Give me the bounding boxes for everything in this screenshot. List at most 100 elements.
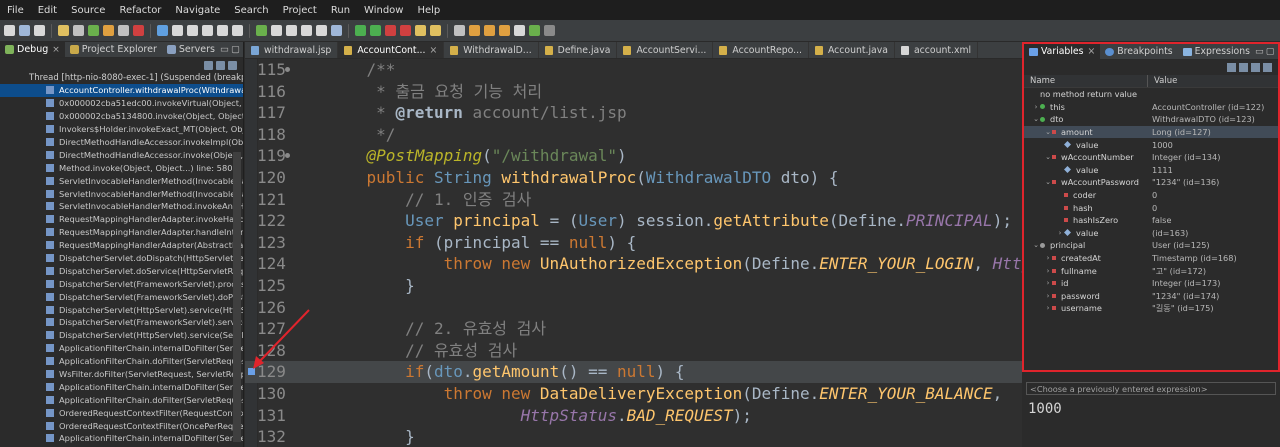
- menu-item-refactor[interactable]: Refactor: [112, 5, 168, 16]
- expand-toggle-icon[interactable]: ›: [1056, 229, 1064, 237]
- toolbar-button-icon[interactable]: [73, 25, 84, 36]
- view-menu-icon[interactable]: [228, 60, 237, 70]
- detail-pane[interactable]: 1000: [1026, 398, 1276, 447]
- toolbar-button-icon[interactable]: [316, 25, 327, 36]
- menu-item-edit[interactable]: Edit: [31, 5, 64, 16]
- toolbar-button-icon[interactable]: [271, 25, 282, 36]
- stack-frame[interactable]: ApplicationFilterChain.internalDoFilter(…: [0, 342, 243, 355]
- toolbar-button-icon[interactable]: [484, 25, 495, 36]
- show-type-names-icon[interactable]: [1227, 63, 1236, 72]
- toolbar-button-icon[interactable]: [103, 25, 114, 36]
- toolbar-button-icon[interactable]: [19, 25, 30, 36]
- toolbar-button-icon[interactable]: [454, 25, 465, 36]
- stack-frame[interactable]: ServletInvocableHandlerMethod(InvocableH…: [0, 174, 243, 187]
- variable-row[interactable]: value 1111: [1024, 164, 1278, 177]
- stack-frame[interactable]: DispatcherServlet(FrameworkServlet).doPo…: [0, 290, 243, 303]
- expand-toggle-icon[interactable]: ›: [1032, 103, 1040, 111]
- toolbar-button-icon[interactable]: [34, 25, 45, 36]
- toolbar-button-icon[interactable]: [187, 25, 198, 36]
- stack-frame[interactable]: RequestMappingHandlerAdapter.handleInter…: [0, 226, 243, 239]
- toolbar-button-icon[interactable]: [256, 25, 267, 36]
- tab-debug[interactable]: Debug ×: [0, 42, 65, 57]
- tab-variables[interactable]: Variables ×: [1024, 44, 1101, 60]
- minimize-maximize-icon[interactable]: ▭▢: [1255, 46, 1278, 57]
- variable-row[interactable]: value 1000: [1024, 138, 1278, 151]
- expand-toggle-icon[interactable]: ⌄: [1044, 178, 1052, 186]
- tab-servers[interactable]: Servers: [162, 42, 220, 57]
- editor-tab[interactable]: AccountServi...: [617, 42, 714, 58]
- menu-item-window[interactable]: Window: [357, 5, 410, 16]
- menu-item-file[interactable]: File: [0, 5, 31, 16]
- close-icon[interactable]: ×: [1088, 46, 1096, 57]
- toolbar-button-icon[interactable]: [232, 25, 243, 36]
- variable-row[interactable]: hash 0: [1024, 201, 1278, 214]
- stack-frame[interactable]: ApplicationFilterChain.internalDoFilter(…: [0, 380, 243, 393]
- toolbar-button-icon[interactable]: [529, 25, 540, 36]
- minimize-maximize-icon[interactable]: ▭▢: [220, 44, 243, 55]
- expand-toggle-icon[interactable]: ⌄: [1044, 128, 1052, 136]
- expand-toggle-icon[interactable]: ›: [1044, 254, 1052, 262]
- toolbar-button-icon[interactable]: [499, 25, 510, 36]
- toolbar-button-icon[interactable]: [331, 25, 342, 36]
- toolbar-button-icon[interactable]: [4, 25, 15, 36]
- perspective-icon[interactable]: [544, 25, 555, 36]
- remove-terminated-icon[interactable]: [216, 60, 225, 70]
- expand-toggle-icon[interactable]: ›: [1044, 304, 1052, 312]
- tab-expressions[interactable]: Expressions: [1178, 44, 1255, 60]
- stack-frame[interactable]: ServletInvocableHandlerMethod(InvocableH…: [0, 187, 243, 200]
- toolbar-button-icon[interactable]: [217, 25, 228, 36]
- stack-frame[interactable]: WsFilter.doFilter(ServletRequest, Servle…: [0, 368, 243, 381]
- tab-project-explorer[interactable]: Project Explorer: [65, 42, 162, 57]
- stack-frame[interactable]: DispatcherServlet(FrameworkServlet).serv…: [0, 316, 243, 329]
- variable-row[interactable]: ⌄ wAccountNumber Integer (id=134): [1024, 151, 1278, 164]
- editor-tab[interactable]: account.xml: [895, 42, 979, 58]
- editor-tab[interactable]: Define.java: [539, 42, 618, 58]
- expand-toggle-icon[interactable]: ›: [1044, 279, 1052, 287]
- toolbar-button-icon[interactable]: [514, 25, 525, 36]
- variable-row[interactable]: ⌄ principal User (id=125): [1024, 239, 1278, 252]
- expand-toggle-icon[interactable]: ›: [1044, 267, 1052, 275]
- stack-frame[interactable]: Invokers$Holder.invokeExact_MT(Object, O…: [0, 123, 243, 136]
- menu-item-navigate[interactable]: Navigate: [168, 5, 227, 16]
- toolbar-button-icon[interactable]: [301, 25, 312, 36]
- toolbar-button-icon[interactable]: [400, 25, 411, 36]
- variable-row[interactable]: › fullname "고" (id=172): [1024, 264, 1278, 277]
- close-icon[interactable]: ×: [52, 45, 60, 55]
- menu-item-run[interactable]: Run: [324, 5, 357, 16]
- toolbar-button-icon[interactable]: [370, 25, 381, 36]
- stack-frame[interactable]: ApplicationFilterChain.doFilter(ServletR…: [0, 355, 243, 368]
- variable-row[interactable]: ⌄ wAccountPassword "1234" (id=136): [1024, 176, 1278, 189]
- variable-row[interactable]: ⌄ dto WithdrawalDTO (id=123): [1024, 113, 1278, 126]
- stack-frame[interactable]: ServletInvocableHandlerMethod.invokeAndH…: [0, 200, 243, 213]
- variable-row[interactable]: › createdAt Timestamp (id=168): [1024, 252, 1278, 265]
- variable-row[interactable]: › value (id=163): [1024, 227, 1278, 240]
- expression-combo[interactable]: <Choose a previously entered expression>: [1026, 382, 1276, 395]
- editor-tab[interactable]: AccountCont... ×: [338, 42, 445, 58]
- stack-frame[interactable]: DispatcherServlet.doDispatch(HttpServlet…: [0, 252, 243, 265]
- toolbar-button-icon[interactable]: [385, 25, 396, 36]
- stack-frame[interactable]: DispatcherServlet(HttpServlet).service(H…: [0, 303, 243, 316]
- editor-tab[interactable]: withdrawal.jsp: [245, 42, 339, 58]
- variable-row[interactable]: › password "1234" (id=174): [1024, 290, 1278, 303]
- variable-row[interactable]: › id Integer (id=173): [1024, 277, 1278, 290]
- toolbar-button-icon[interactable]: [157, 25, 168, 36]
- stack-frame[interactable]: RequestMappingHandlerAdapter.invokeHandl…: [0, 213, 243, 226]
- stack-frame[interactable]: AccountController.withdrawalProc(Withdra…: [0, 84, 243, 97]
- toolbar-button-icon[interactable]: [172, 25, 183, 36]
- toolbar-button-icon[interactable]: [133, 25, 144, 36]
- editor-tab[interactable]: AccountRepo...: [713, 42, 809, 58]
- variable-row[interactable]: coder 0: [1024, 189, 1278, 202]
- breakpoint-icon[interactable]: [248, 368, 255, 376]
- stack-frame[interactable]: 0x000002cba5134800.invoke(Object, Object…: [0, 110, 243, 123]
- expand-toggle-icon[interactable]: ⌄: [1032, 115, 1040, 123]
- variable-row[interactable]: › username "길동" (id=175): [1024, 302, 1278, 315]
- menu-item-help[interactable]: Help: [410, 5, 447, 16]
- toolbar-button-icon[interactable]: [202, 25, 213, 36]
- toolbar-button-icon[interactable]: [430, 25, 441, 36]
- expand-toggle-icon[interactable]: ›: [1044, 292, 1052, 300]
- toolbar-button-icon[interactable]: [286, 25, 297, 36]
- stack-frame[interactable]: DispatcherServlet(HttpServlet).service(S…: [0, 329, 243, 342]
- view-menu-icon[interactable]: [1263, 63, 1272, 72]
- stack-frame[interactable]: DirectMethodHandleAccessor.invokeImpl(Ob…: [0, 136, 243, 149]
- toolbar-button-icon[interactable]: [118, 25, 129, 36]
